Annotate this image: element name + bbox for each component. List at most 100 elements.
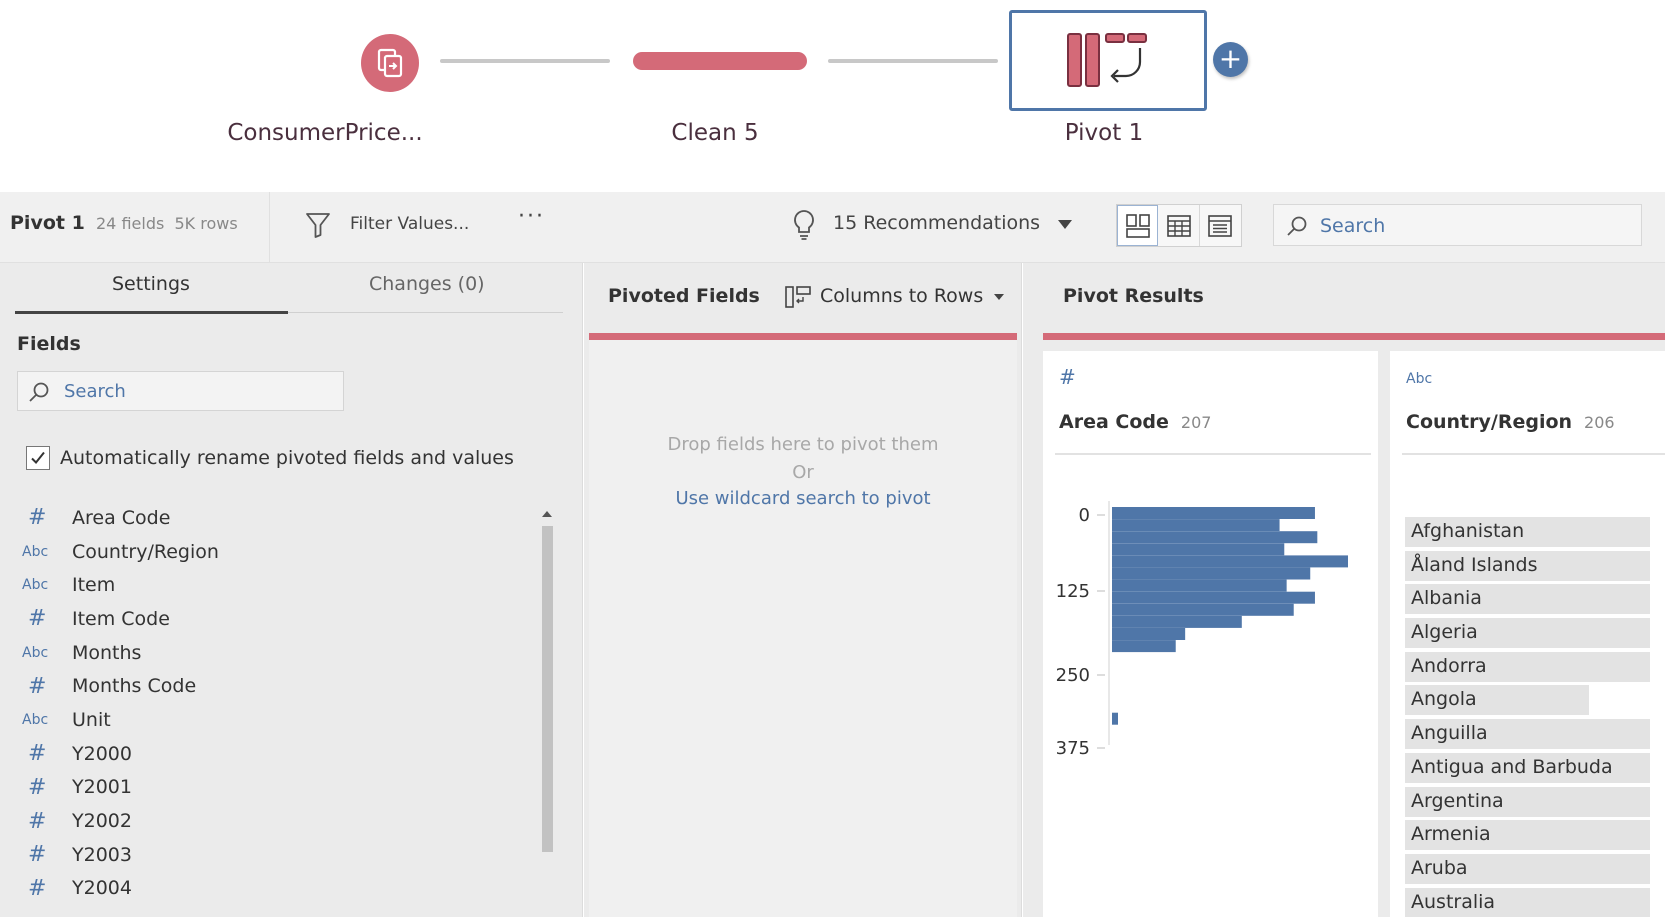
input-node-label[interactable]: ConsumerPrice... [227, 120, 422, 146]
data-grid-view-button[interactable] [1158, 205, 1200, 246]
area-code-histogram: 0 125 250 375 [1056, 501, 1348, 759]
string-type-icon: Abc [1406, 371, 1433, 387]
settings-panel: Settings Changes (0) Fields Search Autom… [0, 263, 583, 917]
field-name: Unit [72, 708, 111, 731]
histogram-bar[interactable] [1112, 555, 1348, 568]
pivot-mode-dropdown[interactable]: Columns to Rows [820, 285, 983, 307]
field-name: Area Code [72, 506, 171, 529]
histogram-bar[interactable] [1112, 712, 1118, 725]
fields-count: 24 fields [96, 214, 165, 233]
field-name: Item Code [72, 607, 170, 630]
histogram-bar[interactable] [1112, 567, 1311, 580]
field-name: Months [72, 641, 142, 664]
histogram-bar[interactable] [1112, 640, 1176, 653]
histogram-bar[interactable] [1112, 579, 1287, 592]
histogram-bar[interactable] [1112, 603, 1294, 616]
country-value-row[interactable]: Antigua and Barbuda [1405, 752, 1650, 787]
country-value-row[interactable]: Armenia [1405, 820, 1650, 854]
toolbar-search-input[interactable]: Search [1273, 204, 1642, 246]
field-list-scrollbar[interactable] [539, 511, 553, 917]
pivot-node[interactable] [1009, 10, 1207, 111]
filter-icon[interactable] [305, 211, 331, 239]
histogram-bar[interactable] [1112, 591, 1315, 604]
active-tab-indicator [15, 311, 288, 314]
number-type-icon: # [28, 774, 47, 800]
recommendations-dropdown-icon[interactable] [1058, 220, 1072, 229]
country-value-label: Argentina [1411, 789, 1504, 812]
pivot-node-label[interactable]: Pivot 1 [1065, 120, 1143, 146]
field-list-item[interactable]: Abc Country/Region [0, 535, 540, 569]
field-list-item[interactable]: # Y2002 [0, 804, 540, 838]
field-name: Item [72, 574, 116, 597]
scroll-up-icon[interactable] [542, 511, 552, 517]
histogram-bar[interactable] [1112, 531, 1318, 544]
string-type-icon: Abc [22, 543, 49, 560]
auto-rename-checkbox[interactable] [26, 446, 50, 470]
histogram-tick-label: 125 [1056, 581, 1090, 602]
country-value-label: Australia [1411, 890, 1496, 913]
field-list-item[interactable]: Abc Unit [0, 703, 540, 737]
add-step-button[interactable]: + [1213, 42, 1248, 77]
country-value-row[interactable]: Afghanistan [1405, 517, 1650, 551]
country-value-row[interactable]: Aruba [1405, 853, 1650, 888]
clean-node-label[interactable]: Clean 5 [671, 120, 758, 146]
field-name: Y2002 [72, 810, 132, 833]
country-value-row[interactable]: Anguilla [1405, 719, 1650, 753]
tab-settings[interactable]: Settings [112, 273, 190, 295]
country-region-profile-card[interactable]: Abc Country/Region 206 Afghanistan Åland I… [1390, 351, 1665, 917]
area-code-profile-card[interactable]: # Area Code 207 0 125 250 375 [1043, 351, 1378, 917]
auto-rename-option[interactable]: Automatically rename pivoted fields and … [26, 446, 514, 470]
field-list-item[interactable]: # Months Code [0, 669, 540, 703]
field-name: Y2004 [72, 877, 132, 900]
tab-changes[interactable]: Changes (0) [369, 273, 485, 295]
more-options-button[interactable]: ··· [518, 204, 545, 229]
string-type-icon: Abc [22, 577, 49, 594]
field-list-item[interactable]: Abc Item [0, 568, 540, 602]
field-list-item[interactable]: # Item Code [0, 602, 540, 636]
histogram-bar[interactable] [1112, 543, 1285, 556]
field-name: Country/Region [72, 540, 219, 563]
country-value-row[interactable]: Angola [1405, 685, 1650, 719]
pivoted-fields-heading: Pivoted Fields [608, 285, 760, 307]
recommendations-button[interactable]: 15 Recommendations [833, 212, 1040, 234]
field-list-item[interactable]: # Y2000 [0, 737, 540, 771]
country-value-list: Afghanistan Åland Islands Albania Algeria An… [1405, 517, 1650, 917]
histogram-tick-label: 250 [1056, 665, 1090, 686]
columns-to-rows-icon[interactable] [784, 285, 812, 309]
tab-divider [288, 312, 563, 313]
histogram-bar[interactable] [1112, 507, 1315, 519]
fields-search-input[interactable]: Search [17, 371, 344, 411]
list-view-button[interactable] [1200, 205, 1241, 246]
lightbulb-icon [794, 210, 814, 240]
country-value-row[interactable]: Argentina [1405, 786, 1650, 821]
field-list-item[interactable]: # Y2004 [0, 872, 540, 906]
toolbar-search-placeholder: Search [1320, 215, 1386, 237]
input-node[interactable] [361, 34, 419, 92]
drop-or-label: Or [792, 462, 814, 483]
country-value-row[interactable]: Åland Islands [1405, 550, 1650, 585]
country-value-row[interactable]: Andorra [1405, 651, 1650, 686]
input-file-icon [377, 48, 403, 78]
pivot-icon [1067, 32, 1147, 87]
field-name: Country/Region [1406, 411, 1573, 433]
scrollbar-thumb[interactable] [542, 526, 553, 852]
clean-node[interactable] [633, 52, 807, 70]
histogram-bar[interactable] [1112, 628, 1186, 640]
chevron-down-icon[interactable] [994, 294, 1004, 300]
flow-connector [440, 59, 610, 63]
field-list-item[interactable]: # Area Code [0, 501, 540, 535]
histogram-bar[interactable] [1112, 519, 1280, 532]
field-list-item[interactable]: # Y2001 [0, 771, 540, 805]
country-value-row[interactable]: Australia [1405, 887, 1650, 917]
field-list-item[interactable]: Abc Months [0, 636, 540, 670]
profile-view-button[interactable] [1117, 205, 1159, 246]
country-value-label: Andorra [1411, 654, 1487, 677]
country-value-row[interactable]: Algeria [1405, 618, 1650, 652]
country-value-row[interactable]: Albania [1405, 584, 1650, 618]
wildcard-search-link[interactable]: Use wildcard search to pivot [589, 488, 1017, 509]
pivoted-fields-accent-bar [589, 333, 1017, 340]
field-list-item[interactable]: # Y2003 [0, 838, 540, 872]
histogram-bar[interactable] [1112, 615, 1242, 628]
filter-values-button[interactable]: Filter Values... [350, 214, 469, 234]
pivot-drop-zone[interactable]: Drop fields here to pivot them Or Use wi… [589, 340, 1017, 917]
